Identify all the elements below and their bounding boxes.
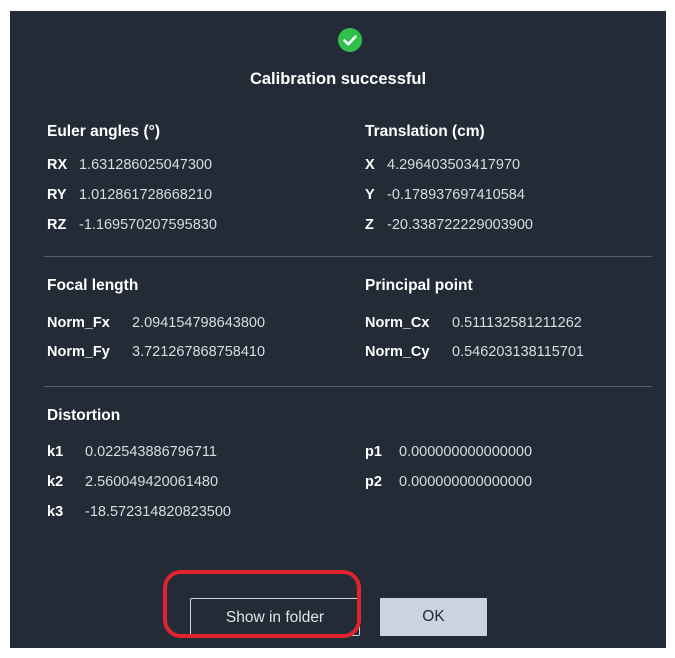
translation-heading: Translation (cm) bbox=[365, 123, 485, 140]
principal-value: 0.546203138115701 bbox=[452, 344, 584, 360]
success-check-icon bbox=[338, 28, 362, 52]
distortion-row-k1: k1 0.022543886796711 bbox=[47, 444, 217, 460]
principal-label: Norm_Cx bbox=[365, 315, 430, 331]
translation-value: 4.296403503417970 bbox=[387, 157, 521, 173]
distortion-value: -18.572314820823500 bbox=[85, 504, 231, 520]
translation-row-x: X 4.296403503417970 bbox=[365, 157, 520, 173]
distortion-value: 0.022543886796711 bbox=[85, 444, 217, 460]
translation-label: X bbox=[365, 157, 375, 173]
translation-value: -20.338722229003900 bbox=[387, 217, 533, 233]
divider bbox=[44, 256, 652, 257]
focal-row-fy: Norm_Fy 3.721267868758410 bbox=[47, 344, 265, 360]
distortion-row-k2: k2 2.560049420061480 bbox=[47, 474, 218, 490]
distortion-row-k3: k3 -18.572314820823500 bbox=[47, 504, 231, 520]
principal-row-cy: Norm_Cy 0.546203138115701 bbox=[365, 344, 584, 360]
euler-row-rx: RX 1.631286025047300 bbox=[47, 157, 212, 173]
distortion-value: 0.000000000000000 bbox=[399, 444, 533, 460]
divider bbox=[44, 386, 652, 387]
distortion-row-p1: p1 0.000000000000000 bbox=[365, 444, 532, 460]
translation-row-z: Z -20.338722229003900 bbox=[365, 217, 533, 233]
distortion-label: p2 bbox=[365, 474, 382, 490]
focal-value: 3.721267868758410 bbox=[132, 344, 266, 360]
distortion-row-p2: p2 0.000000000000000 bbox=[365, 474, 532, 490]
translation-value: -0.178937697410584 bbox=[387, 187, 525, 203]
principal-point-heading: Principal point bbox=[365, 277, 473, 294]
distortion-label: k3 bbox=[47, 504, 64, 520]
euler-value: 1.631286025047300 bbox=[79, 157, 213, 173]
distortion-label: p1 bbox=[365, 444, 382, 460]
euler-label: RY bbox=[47, 187, 67, 203]
focal-row-fx: Norm_Fx 2.094154798643800 bbox=[47, 315, 265, 331]
distortion-value: 2.560049420061480 bbox=[85, 474, 219, 490]
focal-label: Norm_Fx bbox=[47, 315, 110, 331]
euler-angles-heading: Euler angles (°) bbox=[47, 123, 161, 140]
euler-value: -1.169570207595830 bbox=[79, 217, 217, 233]
ok-button[interactable]: OK bbox=[380, 598, 487, 636]
distortion-value: 0.000000000000000 bbox=[399, 474, 533, 490]
focal-value: 2.094154798643800 bbox=[132, 315, 266, 331]
principal-label: Norm_Cy bbox=[365, 344, 430, 360]
euler-row-ry: RY 1.012861728668210 bbox=[47, 187, 212, 203]
translation-label: Z bbox=[365, 217, 374, 233]
translation-row-y: Y -0.178937697410584 bbox=[365, 187, 525, 203]
distortion-heading: Distortion bbox=[47, 407, 121, 424]
show-in-folder-button[interactable]: Show in folder bbox=[190, 598, 360, 636]
distortion-label: k2 bbox=[47, 474, 64, 490]
euler-value: 1.012861728668210 bbox=[79, 187, 213, 203]
dialog-title: Calibration successful bbox=[249, 70, 427, 88]
euler-row-rz: RZ -1.169570207595830 bbox=[47, 217, 217, 233]
euler-label: RZ bbox=[47, 217, 67, 233]
principal-value: 0.511132581211262 bbox=[452, 315, 582, 331]
calibration-result-dialog: Calibration successful Euler angles (°) … bbox=[10, 11, 666, 648]
principal-row-cx: Norm_Cx 0.511132581211262 bbox=[365, 315, 582, 331]
translation-label: Y bbox=[365, 187, 375, 203]
focal-length-heading: Focal length bbox=[47, 277, 139, 294]
focal-label: Norm_Fy bbox=[47, 344, 110, 360]
euler-label: RX bbox=[47, 157, 68, 173]
distortion-label: k1 bbox=[47, 444, 64, 460]
